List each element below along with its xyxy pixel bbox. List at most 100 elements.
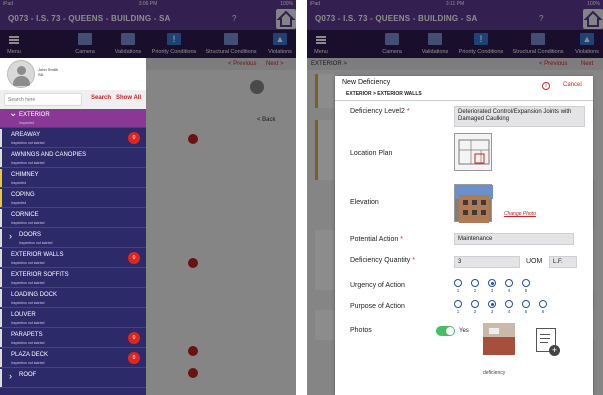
status-bar-indicator <box>0 109 2 127</box>
radio-number-label: 6 <box>541 309 545 314</box>
urgency-radio-1[interactable] <box>454 279 462 287</box>
radio-number-label: 4 <box>507 288 511 293</box>
item-name: LOUVER <box>11 312 36 318</box>
elevation-photo[interactable] <box>454 184 493 223</box>
radio-number-label: 3 <box>490 309 494 314</box>
chevron-down-icon[interactable]: ⌄ <box>9 108 17 119</box>
photo-image-icon <box>483 323 515 355</box>
plus-icon: + <box>549 345 560 356</box>
level2-label: Deficiency Level2 * <box>350 108 410 115</box>
item-status: Inspected <box>11 181 27 185</box>
radio-number-label: 2 <box>473 309 477 314</box>
deficiency-photo[interactable] <box>483 323 515 355</box>
item-status: Inspection not started <box>11 341 45 345</box>
avatar <box>7 60 35 88</box>
radio-number-label: 3 <box>490 288 494 293</box>
search-input[interactable] <box>4 93 82 106</box>
purpose-radio-5[interactable] <box>522 300 530 308</box>
inspection-list-item[interactable]: EXTERIOR WALLS Inspection not started 0 <box>0 249 146 268</box>
potential-action-field[interactable]: Maintenance <box>454 233 574 245</box>
deficiency-count-badge: 0 <box>128 132 140 144</box>
purpose-radio-1[interactable] <box>454 300 462 308</box>
urgency-radio-4[interactable] <box>505 279 513 287</box>
status-bar-indicator <box>0 209 2 227</box>
item-status: Inspection not started <box>11 321 45 325</box>
status-bar-indicator <box>0 349 2 367</box>
deficiency-count-badge: 0 <box>128 332 140 344</box>
item-status: Inspection not started <box>11 361 45 365</box>
profile-header: John Smith SA <box>0 58 146 90</box>
radio-number-label: 2 <box>473 288 477 293</box>
search-bar: Search Show All <box>0 90 146 109</box>
item-name: EXTERIOR WALLS <box>11 252 64 258</box>
location-plan-thumbnail[interactable] <box>454 133 492 171</box>
quantity-input[interactable]: 3 <box>454 256 520 268</box>
radio-number-label: 1 <box>456 309 460 314</box>
add-document-button[interactable]: + <box>536 328 560 356</box>
item-name: AWNINGS AND CANOPIES <box>11 152 87 158</box>
inspection-list-item[interactable]: › DOORS Inspection not started <box>0 229 146 248</box>
radio-number-label: 5 <box>524 288 528 293</box>
status-bar-indicator <box>0 249 2 267</box>
inspection-list-item[interactable]: AWNINGS AND CANOPIES Inspection not start… <box>0 149 146 168</box>
item-name: CHIMNEY <box>11 172 39 178</box>
item-name: PLAZA DECK <box>11 352 49 358</box>
deficiency-count-badge: 0 <box>128 352 140 364</box>
building-photo-icon <box>455 185 493 223</box>
info-icon[interactable]: i <box>542 82 550 90</box>
item-status: Inspection not started <box>11 281 45 285</box>
floor-plan-icon <box>458 139 490 165</box>
urgency-radio-5[interactable] <box>522 279 530 287</box>
inspection-list-item[interactable]: LOADING DOCK Inspection not started <box>0 289 146 308</box>
inspection-list-item[interactable]: CHIMNEY Inspected <box>0 169 146 188</box>
inspection-list-item[interactable]: PLAZA DECK Inspection not started 0 <box>0 349 146 368</box>
inspection-list-item[interactable]: › ROOF <box>0 369 146 388</box>
item-name: LOADING DOCK <box>11 292 58 298</box>
elevation-label: Elevation <box>350 199 379 206</box>
item-name: DOORS <box>19 232 42 238</box>
status-bar-indicator <box>0 129 2 147</box>
dialog-breadcrumb: EXTERIOR > EXTERIOR WALLS <box>346 91 422 97</box>
status-bar-indicator <box>0 169 2 187</box>
photos-toggle[interactable] <box>436 326 455 336</box>
deficiency-count-badge: 0 <box>128 252 140 264</box>
chevron-right-icon[interactable]: › <box>9 371 12 381</box>
side-drawer: John Smith SA Search Show All ⌄EXTERIOR I… <box>0 58 146 395</box>
cancel-button[interactable]: Cancel <box>563 82 582 88</box>
urgency-label: Urgency of Action <box>350 282 405 289</box>
potential-action-label: Potential Action * <box>350 236 403 243</box>
chevron-right-icon[interactable]: › <box>9 231 12 241</box>
item-name: EXTERIOR SOFFITS <box>11 272 69 278</box>
status-bar-indicator <box>0 289 2 307</box>
uom-field[interactable]: L.F. <box>549 256 577 268</box>
purpose-radio-4[interactable] <box>505 300 513 308</box>
user-org: SA <box>38 72 44 77</box>
item-status: Inspection not started <box>19 241 53 245</box>
search-button[interactable]: Search <box>91 95 111 101</box>
inspection-list-item[interactable]: AREAWAY Inspection not started 0 <box>0 129 146 148</box>
item-status: Inspection not started <box>11 161 45 165</box>
purpose-radio-2[interactable] <box>471 300 479 308</box>
urgency-radio-2[interactable] <box>471 279 479 287</box>
inspection-list-item[interactable]: COPING Inspected <box>0 189 146 208</box>
radio-number-label: 4 <box>507 309 511 314</box>
inspection-list-item[interactable]: CORNICE Inspection not started <box>0 209 146 228</box>
status-bar-indicator <box>0 369 2 387</box>
item-status: Inspected <box>11 201 27 205</box>
inspection-list-item[interactable]: PARAPETS Inspection not started 0 <box>0 329 146 348</box>
change-photo-link[interactable]: Change Photo <box>504 211 536 217</box>
item-name: ROOF <box>19 372 37 378</box>
urgency-radio-3[interactable] <box>488 279 496 287</box>
inspection-list-item[interactable]: LOUVER Inspection not started <box>0 309 146 328</box>
inspection-list-item[interactable]: EXTERIOR SOFFITS Inspection not started <box>0 269 146 288</box>
purpose-radio-3[interactable] <box>488 300 496 308</box>
item-status: Inspected <box>19 121 35 125</box>
show-all-button[interactable]: Show All <box>116 95 141 101</box>
item-name: CORNICE <box>11 212 39 218</box>
item-status: Inspection not started <box>11 141 45 145</box>
add-document-icon <box>540 334 550 335</box>
purpose-radio-6[interactable] <box>539 300 547 308</box>
level2-field[interactable]: Deteriorated Control/Expansion Joints wi… <box>454 106 585 127</box>
inspection-list-item[interactable]: ⌄ EXTERIOR Inspected <box>0 108 146 128</box>
item-name: EXTERIOR <box>19 112 50 118</box>
